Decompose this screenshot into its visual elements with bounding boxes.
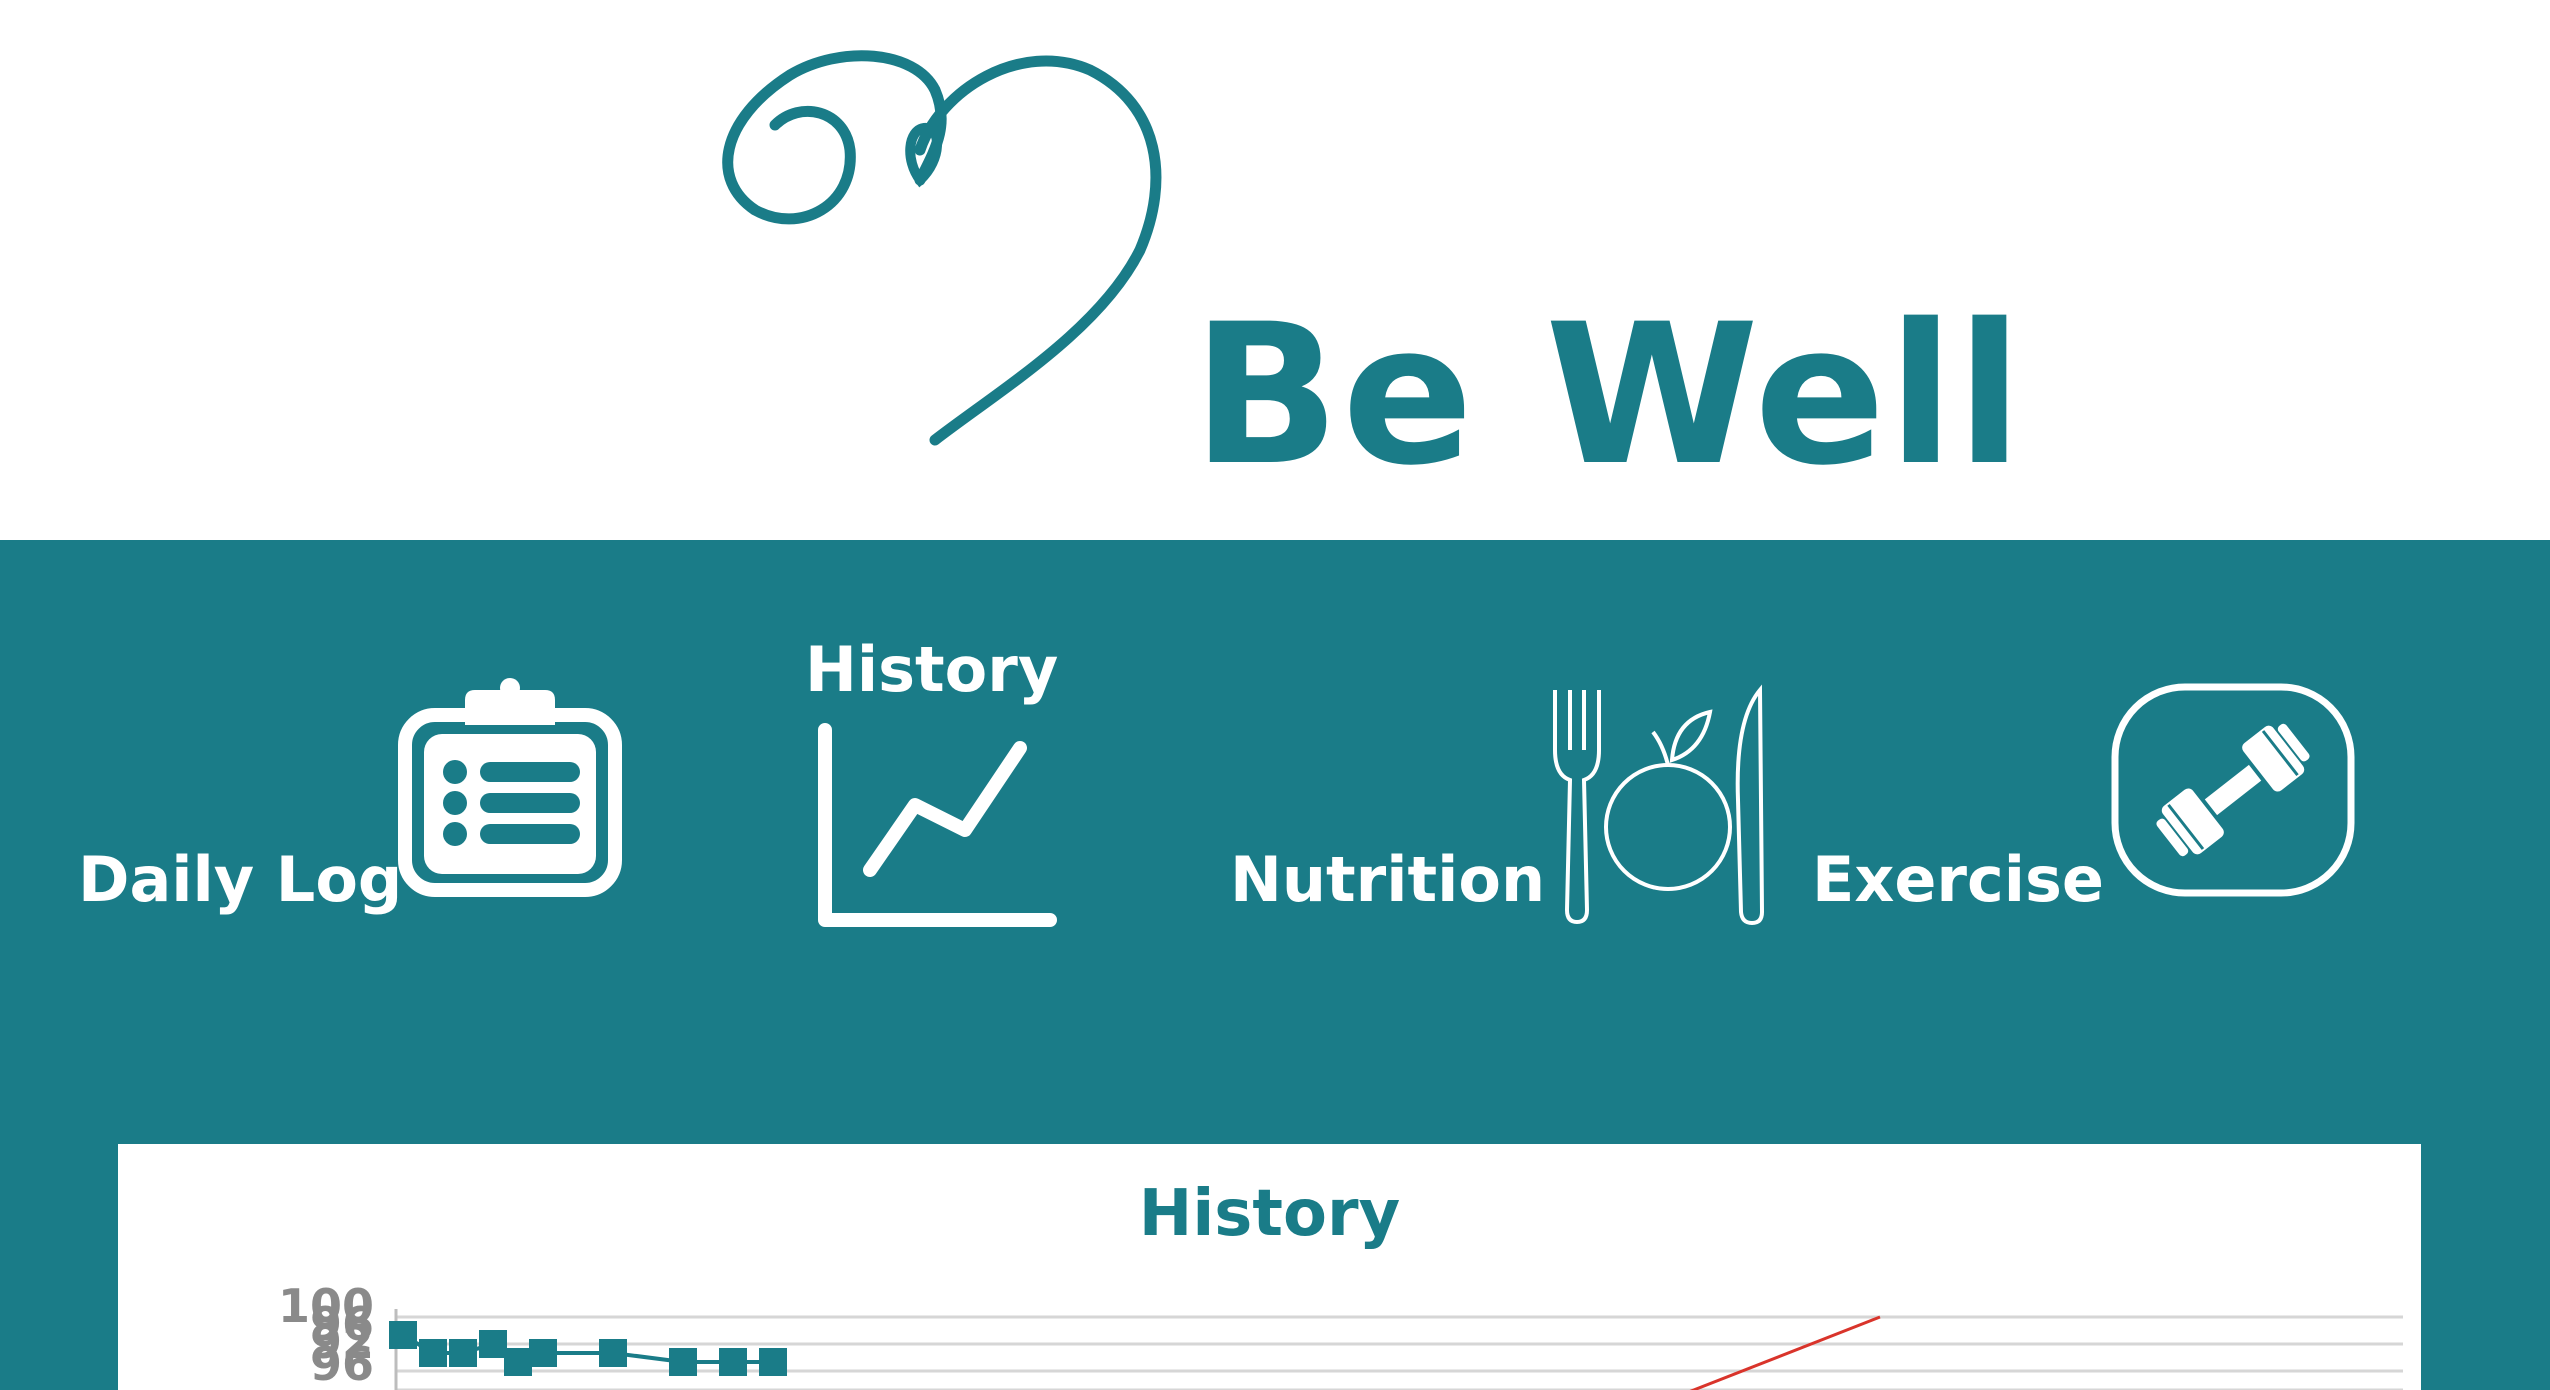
- nav-label-history: History: [805, 633, 1059, 706]
- series-point: [389, 1321, 417, 1349]
- series-point: [504, 1348, 532, 1376]
- nav-label-exercise: Exercise: [1812, 843, 2104, 916]
- nav-item-exercise[interactable]: Exercise: [1810, 680, 2360, 930]
- nav-item-daily-log[interactable]: Daily Log: [60, 670, 650, 950]
- fork-plate-knife-icon: [1553, 684, 1765, 926]
- line-chart-icon: [818, 723, 1057, 927]
- navigation-bar: Daily Log History Nutrition Exercise His…: [0, 540, 2550, 1390]
- clipboard-list-icon: [398, 678, 622, 897]
- history-panel: History 100 96 92 96: [118, 1144, 2421, 1390]
- series-point: [419, 1339, 447, 1367]
- y-tick-label: 96: [310, 1337, 374, 1390]
- series-point: [529, 1339, 557, 1367]
- series-point: [599, 1339, 627, 1367]
- series-point: [669, 1348, 697, 1376]
- series-point: [759, 1348, 787, 1376]
- series-point: [449, 1339, 477, 1367]
- header: Be Well: [0, 0, 2550, 540]
- brand-title: Be Well: [1192, 282, 2025, 508]
- nav-item-nutrition[interactable]: Nutrition: [1225, 680, 1785, 930]
- nav-label-daily-log: Daily Log: [78, 843, 403, 916]
- nav-item-history[interactable]: History: [790, 630, 1070, 950]
- trend-line: [1689, 1315, 1881, 1390]
- heart-swirl-logo-icon: [722, 50, 1162, 446]
- history-chart: 100969296: [278, 1279, 2403, 1390]
- dumbbell-icon: [2111, 683, 2355, 897]
- series-point: [719, 1348, 747, 1376]
- series-point: [479, 1330, 507, 1358]
- nav-label-nutrition: Nutrition: [1230, 843, 1546, 916]
